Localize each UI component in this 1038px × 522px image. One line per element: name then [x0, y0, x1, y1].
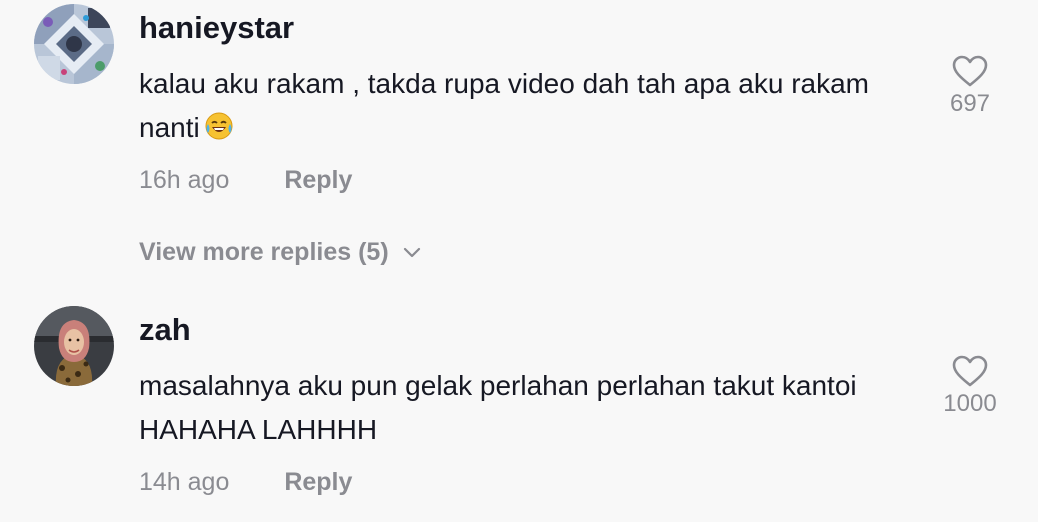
like-count: 697: [949, 90, 991, 117]
username[interactable]: hanieystar: [139, 10, 294, 46]
heart-outline-icon: [952, 55, 988, 87]
like-button[interactable]: 1000: [910, 354, 1030, 418]
avatar[interactable]: [34, 306, 114, 386]
comment-item: hanieystar kalau aku rakam , takda rupa …: [0, 0, 1038, 290]
avatar-image: [34, 4, 114, 84]
face-with-tears-of-joy-icon: [204, 110, 234, 154]
comment-text: masalahnya aku pun gelak perlahan perlah…: [139, 370, 857, 445]
view-more-replies-label: View more replies (5): [139, 238, 389, 266]
like-count: 1000: [943, 390, 997, 417]
comment-text: kalau aku rakam , takda rupa video dah t…: [139, 62, 899, 154]
reply-button[interactable]: Reply: [284, 468, 352, 496]
heart-outline-icon: [952, 355, 988, 387]
username[interactable]: zah: [139, 312, 191, 348]
avatar[interactable]: [34, 4, 114, 84]
reply-button[interactable]: Reply: [284, 166, 352, 194]
timestamp: 16h ago: [139, 166, 230, 194]
chevron-down-icon: [403, 247, 420, 258]
avatar-image: [34, 306, 114, 386]
like-button[interactable]: 697: [910, 54, 1030, 118]
view-more-replies-button[interactable]: View more replies (5): [139, 238, 421, 267]
timestamp: 14h ago: [139, 468, 230, 496]
comment-meta: 14h ago Reply: [139, 468, 352, 497]
comment-text-content: kalau aku rakam , takda rupa video dah t…: [139, 68, 869, 143]
comment-meta: 16h ago Reply: [139, 166, 352, 195]
comment-item: zah masalahnya aku pun gelak perlahan pe…: [0, 300, 1038, 522]
